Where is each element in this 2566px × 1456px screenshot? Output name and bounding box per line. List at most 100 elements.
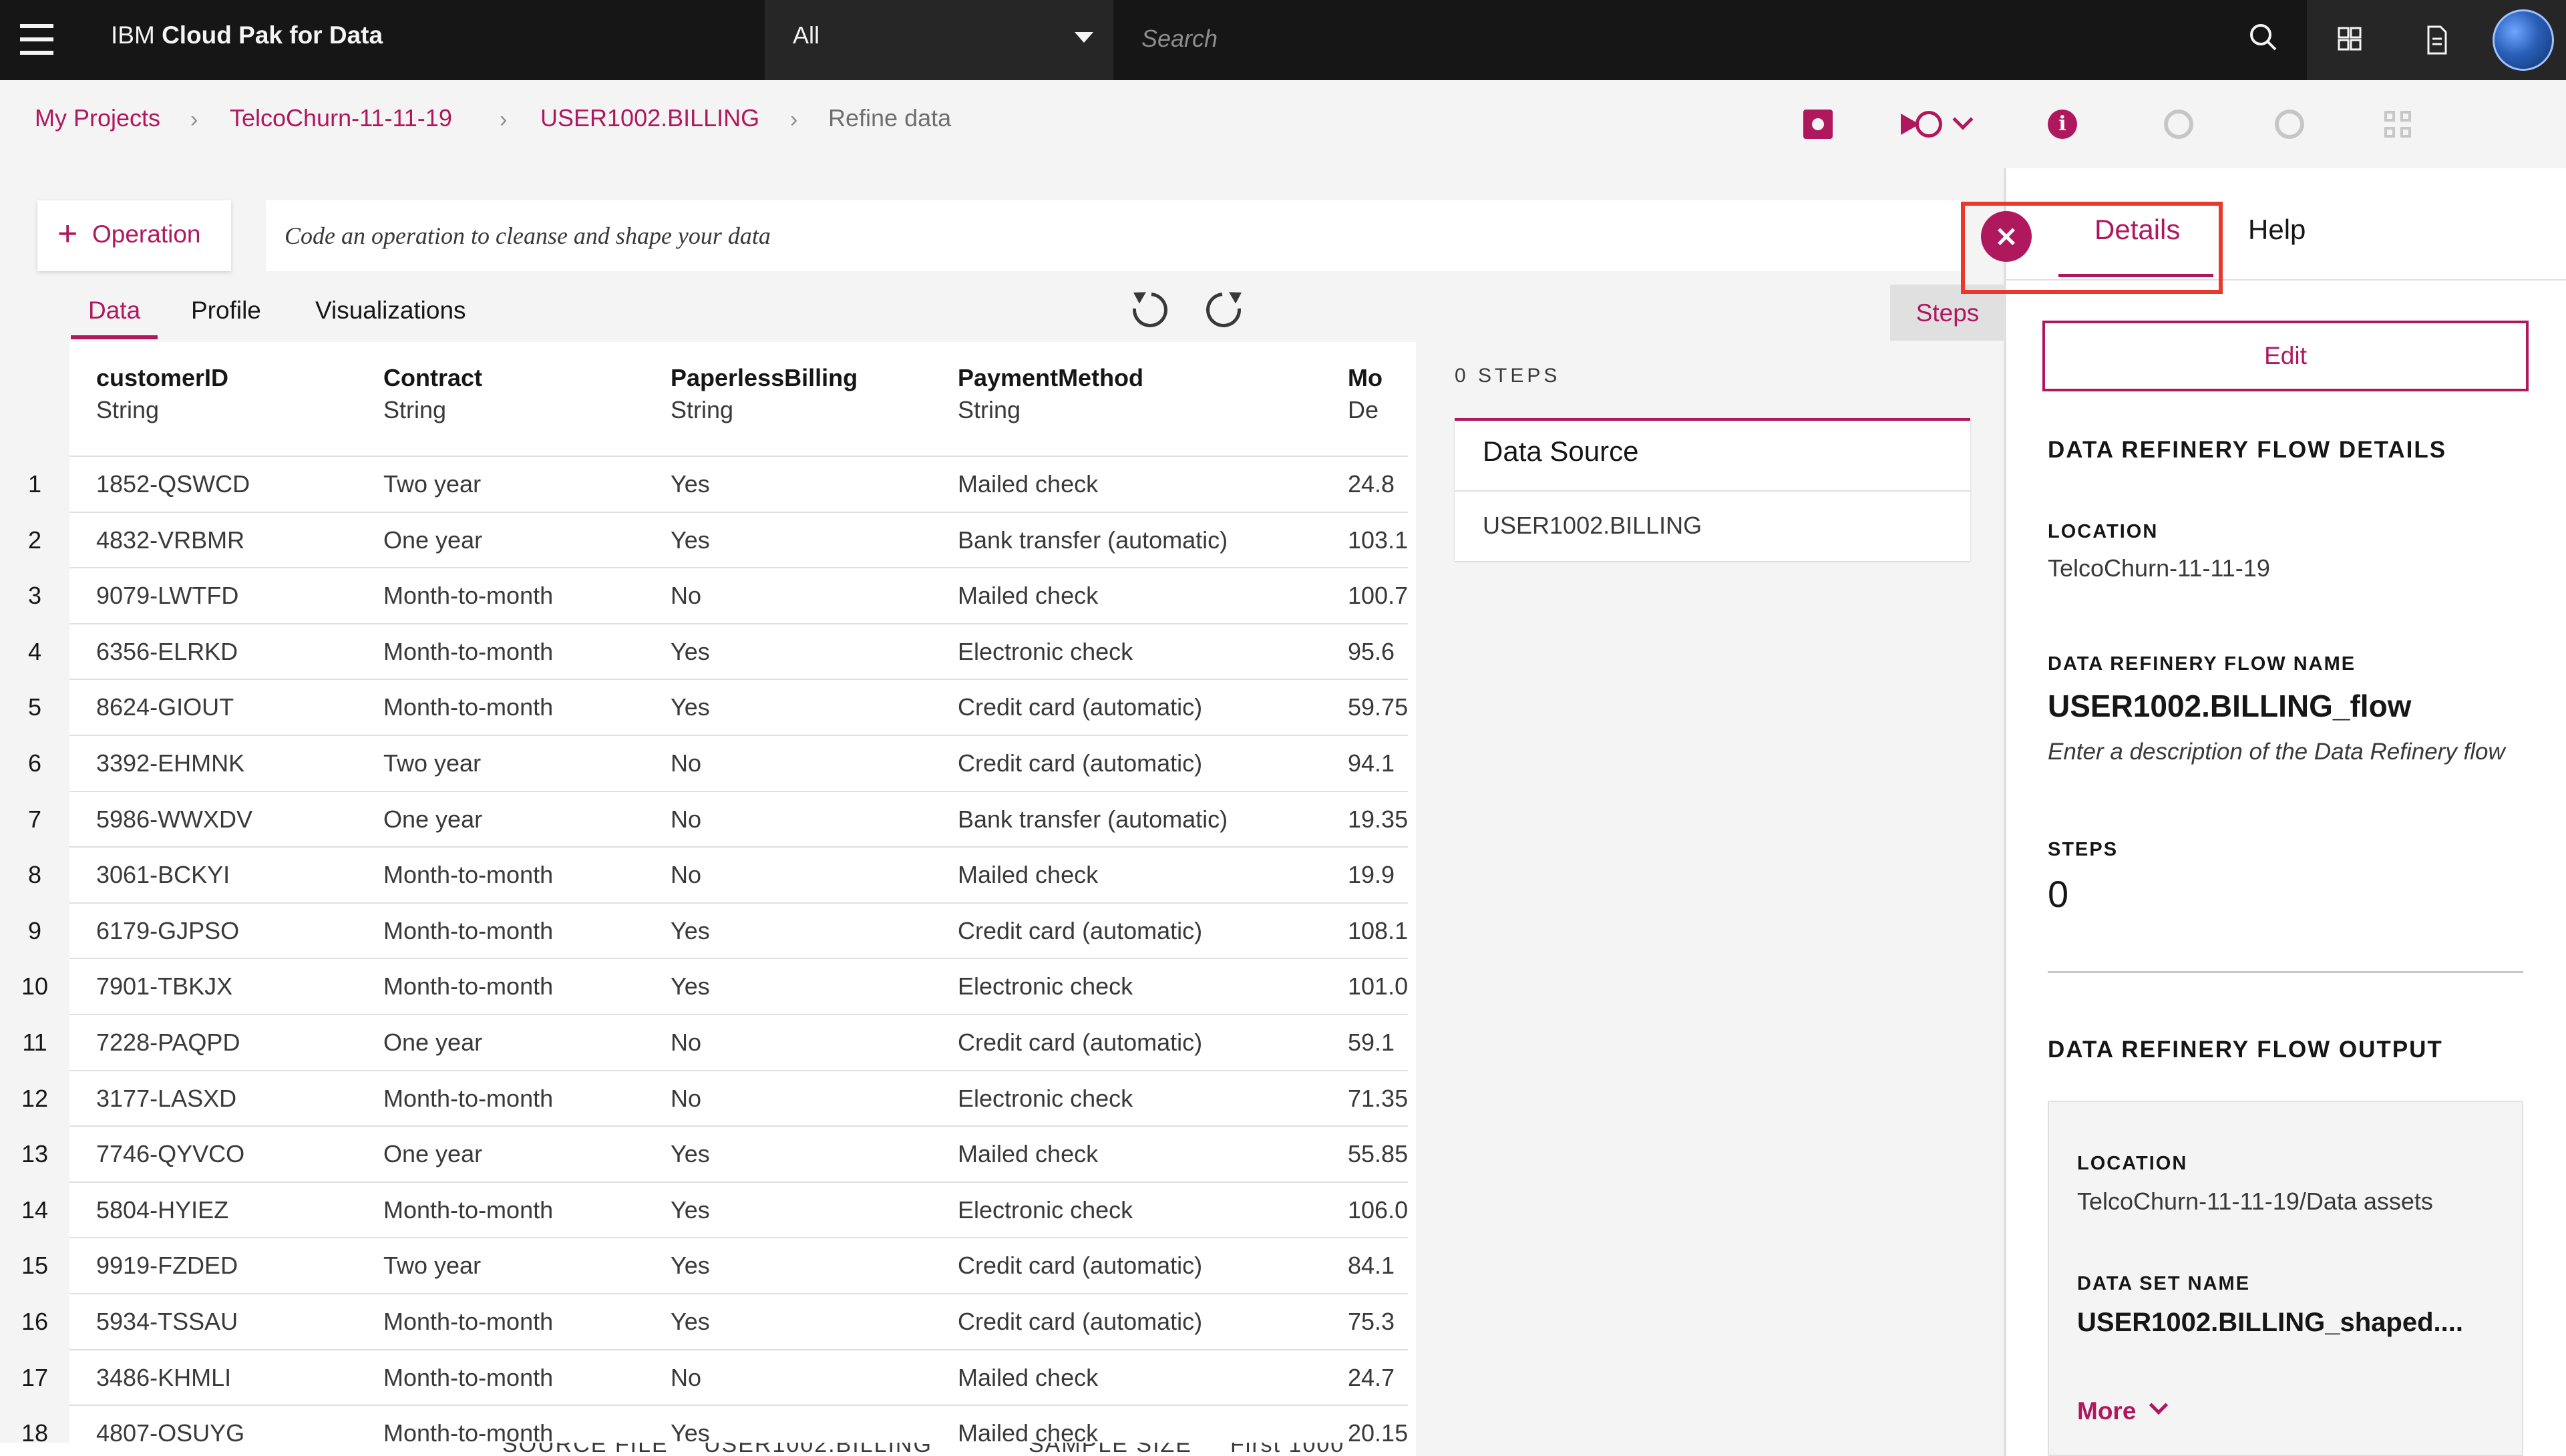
table-cell[interactable]: 108.1 xyxy=(1348,917,1408,945)
table-cell[interactable]: Yes xyxy=(671,1140,710,1168)
table-cell[interactable]: Yes xyxy=(671,1196,710,1224)
breadcrumb-asset[interactable]: USER1002.BILLING xyxy=(540,104,759,132)
table-cell[interactable]: 6356-ELRKD xyxy=(96,638,238,666)
table-cell[interactable]: Electronic check xyxy=(958,1085,1133,1113)
table-cell[interactable]: Mailed check xyxy=(958,582,1098,610)
tab-data[interactable]: Data xyxy=(88,294,140,327)
table-cell[interactable]: Month-to-month xyxy=(383,1085,553,1113)
table-cell[interactable]: Month-to-month xyxy=(383,972,553,1000)
table-cell[interactable]: Credit card (automatic) xyxy=(958,1308,1202,1336)
table-cell[interactable]: Mailed check xyxy=(958,1364,1098,1392)
table-cell[interactable]: Credit card (automatic) xyxy=(958,1252,1202,1280)
table-cell[interactable]: One year xyxy=(383,1029,482,1057)
search-scope-dropdown[interactable]: All xyxy=(765,0,1113,80)
edit-button[interactable]: Edit xyxy=(2042,321,2529,391)
hamburger-menu-icon[interactable] xyxy=(20,24,53,55)
tab-visualizations[interactable]: Visualizations xyxy=(315,294,466,327)
table-cell[interactable]: 24.8 xyxy=(1348,470,1395,498)
table-cell[interactable]: 19.9 xyxy=(1348,861,1395,889)
search-zoom-icon[interactable] xyxy=(2164,110,2193,139)
table-cell[interactable]: 3486-KHMLI xyxy=(96,1364,231,1392)
table-cell[interactable]: 5804-HYIEZ xyxy=(96,1196,228,1224)
table-cell[interactable]: 75.3 xyxy=(1348,1308,1395,1336)
table-cell[interactable]: 3392-EHMNK xyxy=(96,749,244,777)
table-cell[interactable]: 3061-BCKYI xyxy=(96,861,230,889)
table-cell[interactable]: Yes xyxy=(671,1308,710,1336)
table-cell[interactable]: Yes xyxy=(671,526,710,554)
table-cell[interactable]: Two year xyxy=(383,749,481,777)
table-cell[interactable]: 103.1 xyxy=(1348,526,1408,554)
table-cell[interactable]: 3177-LASXD xyxy=(96,1085,236,1113)
table-cell[interactable]: 59.1 xyxy=(1348,1029,1395,1057)
table-cell[interactable]: 5986-WWXDV xyxy=(96,805,252,834)
table-cell[interactable]: Two year xyxy=(383,470,481,498)
save-flow-icon[interactable] xyxy=(1803,110,1833,139)
table-cell[interactable]: Month-to-month xyxy=(383,1196,553,1224)
table-cell[interactable]: 7228-PAQPD xyxy=(96,1029,240,1057)
table-cell[interactable]: 5934-TSSAU xyxy=(96,1308,238,1336)
flow-description[interactable]: Enter a description of the Data Refinery… xyxy=(2048,739,2505,765)
table-cell[interactable]: Month-to-month xyxy=(383,861,553,889)
table-cell[interactable]: One year xyxy=(383,805,482,834)
table-cell[interactable]: Month-to-month xyxy=(383,582,553,610)
table-cell[interactable]: No xyxy=(671,1029,701,1057)
table-cell[interactable]: Mailed check xyxy=(958,470,1098,498)
table-cell[interactable]: 9919-FZDED xyxy=(96,1252,238,1280)
table-cell[interactable]: 55.85 xyxy=(1348,1140,1408,1168)
table-cell[interactable]: 1852-QSWCD xyxy=(96,470,250,498)
table-cell[interactable]: No xyxy=(671,861,701,889)
tab-help[interactable]: Help xyxy=(2248,214,2306,246)
table-cell[interactable]: Bank transfer (automatic) xyxy=(958,526,1228,554)
table-cell[interactable]: One year xyxy=(383,1140,482,1168)
grid-layout-icon[interactable] xyxy=(2384,111,2412,139)
table-cell[interactable]: No xyxy=(671,1364,701,1392)
info-icon[interactable]: i xyxy=(2048,110,2077,139)
undo-button[interactable] xyxy=(1125,285,1175,335)
table-cell[interactable]: Month-to-month xyxy=(383,693,553,721)
table-cell[interactable]: 7901-TBKJX xyxy=(96,972,232,1000)
table-cell[interactable]: Electronic check xyxy=(958,972,1133,1000)
column-header[interactable]: PaperlessBilling String xyxy=(671,362,858,426)
table-cell[interactable]: Month-to-month xyxy=(383,1364,553,1392)
table-cell[interactable]: 9079-LWTFD xyxy=(96,582,238,610)
add-operation-button[interactable]: + Operation xyxy=(37,200,231,271)
table-cell[interactable]: No xyxy=(671,749,701,777)
table-cell[interactable]: Electronic check xyxy=(958,638,1133,666)
table-cell[interactable]: 19.35 xyxy=(1348,805,1408,834)
table-cell[interactable]: Month-to-month xyxy=(383,1308,553,1336)
table-cell[interactable]: Two year xyxy=(383,1252,481,1280)
services-button[interactable] xyxy=(2307,0,2394,80)
table-cell[interactable]: 8624-GIOUT xyxy=(96,693,234,721)
table-cell[interactable]: Yes xyxy=(671,470,710,498)
search-input[interactable] xyxy=(1140,19,2142,59)
table-cell[interactable]: Mailed check xyxy=(958,1140,1098,1168)
product-title[interactable]: IBM Cloud Pak for Data xyxy=(111,20,383,51)
table-cell[interactable]: No xyxy=(671,1085,701,1113)
breadcrumb-my-projects[interactable]: My Projects xyxy=(35,104,160,132)
redo-button[interactable] xyxy=(1199,285,1248,335)
column-header[interactable]: customerID String xyxy=(96,362,228,426)
table-cell[interactable]: No xyxy=(671,582,701,610)
table-cell[interactable]: Credit card (automatic) xyxy=(958,917,1202,945)
code-operation-input[interactable] xyxy=(266,200,1962,271)
table-cell[interactable]: 4832-VRBMR xyxy=(96,526,244,554)
table-cell[interactable]: 95.6 xyxy=(1348,638,1395,666)
table-cell[interactable]: Credit card (automatic) xyxy=(958,1029,1202,1057)
table-cell[interactable]: Bank transfer (automatic) xyxy=(958,805,1228,834)
chat-icon[interactable] xyxy=(2275,110,2304,139)
column-header[interactable]: Contract String xyxy=(383,362,482,426)
user-avatar-button[interactable] xyxy=(2481,0,2566,80)
documentation-button[interactable] xyxy=(2394,0,2481,80)
table-cell[interactable]: Mailed check xyxy=(958,861,1098,889)
data-source-step-card[interactable]: Data Source USER1002.BILLING xyxy=(1455,418,1970,561)
more-link[interactable]: More xyxy=(2077,1397,2136,1425)
table-cell[interactable]: 7746-QYVCO xyxy=(96,1140,244,1168)
table-cell[interactable]: 84.1 xyxy=(1348,1252,1395,1280)
table-cell[interactable]: 59.75 xyxy=(1348,693,1408,721)
table-cell[interactable]: Credit card (automatic) xyxy=(958,749,1202,777)
table-cell[interactable]: Month-to-month xyxy=(383,917,553,945)
table-cell[interactable]: 101.0 xyxy=(1348,972,1408,1000)
table-cell[interactable]: Yes xyxy=(671,1252,710,1280)
table-cell[interactable]: Yes xyxy=(671,972,710,1000)
table-cell[interactable]: Electronic check xyxy=(958,1196,1133,1224)
